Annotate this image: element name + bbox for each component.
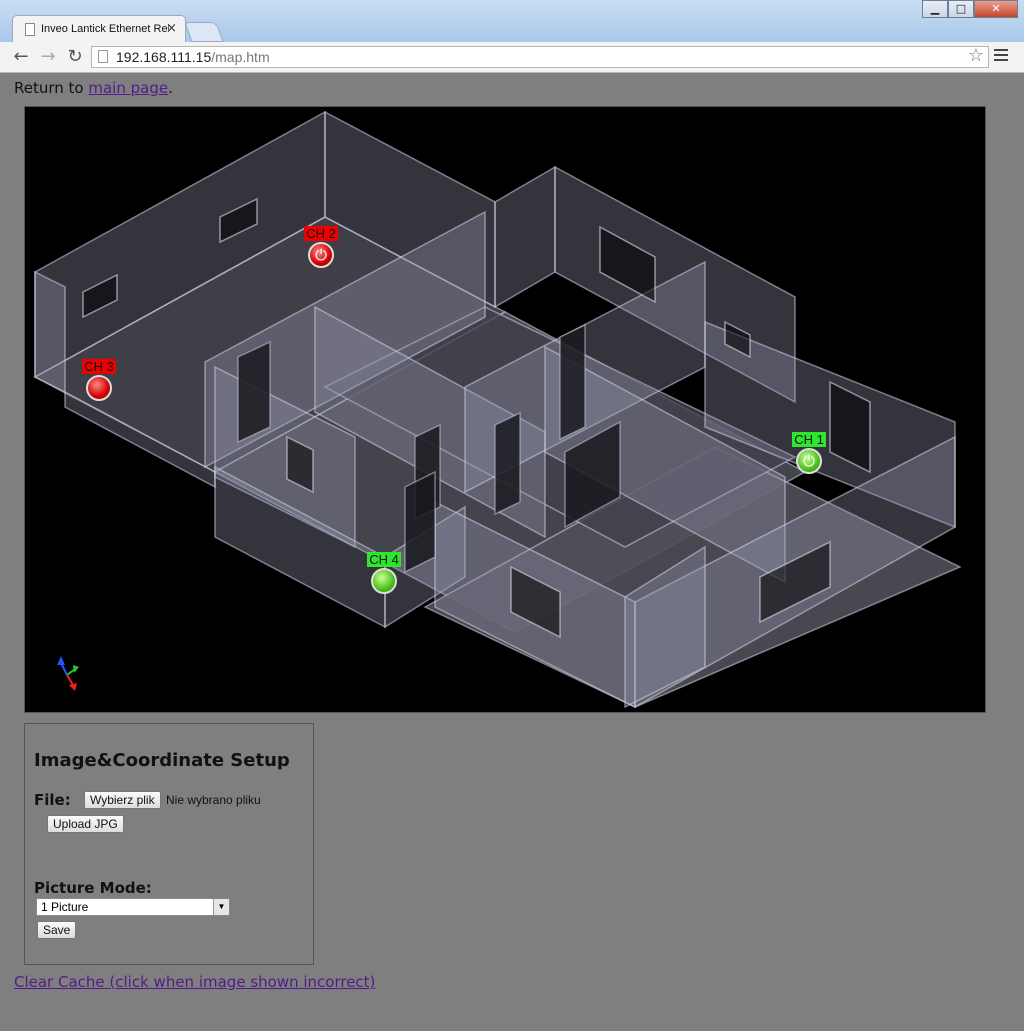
back-icon[interactable]: ← [10, 46, 32, 67]
floor-plan-image [33, 110, 962, 709]
clear-cache-link[interactable]: Clear Cache (click when image shown inco… [14, 973, 375, 991]
picture-mode-select[interactable]: 1 Picture ▼ [36, 898, 230, 916]
channel-label: CH 1 [792, 432, 826, 447]
tab-close-icon[interactable]: × [166, 21, 177, 36]
address-bar[interactable]: 192.168.111.15/map.htm ☆ [91, 45, 989, 68]
channel-marker-ch4[interactable]: CH 4 [354, 549, 414, 594]
channel-marker-ch1[interactable]: CH 1 ⏻ [779, 429, 839, 474]
picture-mode-value: 1 Picture [41, 900, 89, 914]
close-window-button[interactable]: ✕ [974, 0, 1018, 18]
upload-jpg-button[interactable]: Upload JPG [47, 815, 124, 833]
url-text: 192.168.111.15/map.htm [116, 49, 270, 65]
return-suffix: . [168, 79, 173, 97]
axis-gizmo-icon [57, 656, 79, 691]
minimize-button[interactable]: ▁ [922, 0, 948, 18]
return-line: Return to main page. [14, 79, 173, 97]
no-file-text: Nie wybrano pliku [166, 793, 261, 807]
reload-icon[interactable]: ↻ [64, 46, 86, 67]
forward-icon[interactable]: → [37, 46, 59, 67]
channel-marker-ch2[interactable]: CH 2 ⏻ [291, 223, 351, 268]
save-button[interactable]: Save [37, 921, 77, 939]
chevron-down-icon[interactable]: ▼ [213, 899, 229, 915]
window-controls: ▁ □ ✕ [922, 0, 1018, 20]
channel-label: CH 4 [367, 552, 401, 567]
browser-titlebar: Inveo Lantick Ethernet Rel × ▁ □ ✕ [0, 0, 1024, 43]
url-host: 192.168.111.15 [116, 49, 212, 65]
browser-menu-icon[interactable] [994, 49, 1008, 64]
choose-file-button[interactable]: Wybierz plik [84, 791, 161, 809]
url-path: /map.htm [211, 49, 270, 65]
main-page-link[interactable]: main page [88, 79, 168, 97]
power-icon[interactable]: ⏻ [796, 448, 822, 474]
channel-label: CH 2 [304, 226, 338, 241]
maximize-button[interactable]: □ [948, 0, 974, 18]
channel-label: CH 3 [82, 359, 116, 374]
file-label: File: [34, 791, 71, 809]
floor-plan-map: CH 2 ⏻ CH 3 CH 1 ⏻ CH 4 [24, 106, 986, 713]
indicator-icon[interactable] [86, 375, 112, 401]
setup-title: Image&Coordinate Setup [34, 750, 290, 771]
tab-title: Inveo Lantick Ethernet Rel [41, 23, 169, 35]
channel-marker-ch3[interactable]: CH 3 [69, 356, 129, 401]
indicator-icon[interactable] [371, 568, 397, 594]
bookmark-star-icon[interactable]: ☆ [968, 45, 984, 66]
page-icon [25, 23, 35, 36]
browser-toolbar: ← → ↻ 192.168.111.15/map.htm ☆ [0, 42, 1024, 73]
page-icon [98, 50, 108, 63]
power-icon[interactable]: ⏻ [308, 242, 334, 268]
new-tab-button[interactable] [184, 22, 224, 42]
image-coordinate-setup-panel: Image&Coordinate Setup File: Wybierz pli… [24, 723, 314, 965]
return-prefix: Return to [14, 79, 89, 97]
picture-mode-label: Picture Mode: [34, 879, 152, 897]
browser-tab[interactable]: Inveo Lantick Ethernet Rel × [12, 15, 186, 43]
